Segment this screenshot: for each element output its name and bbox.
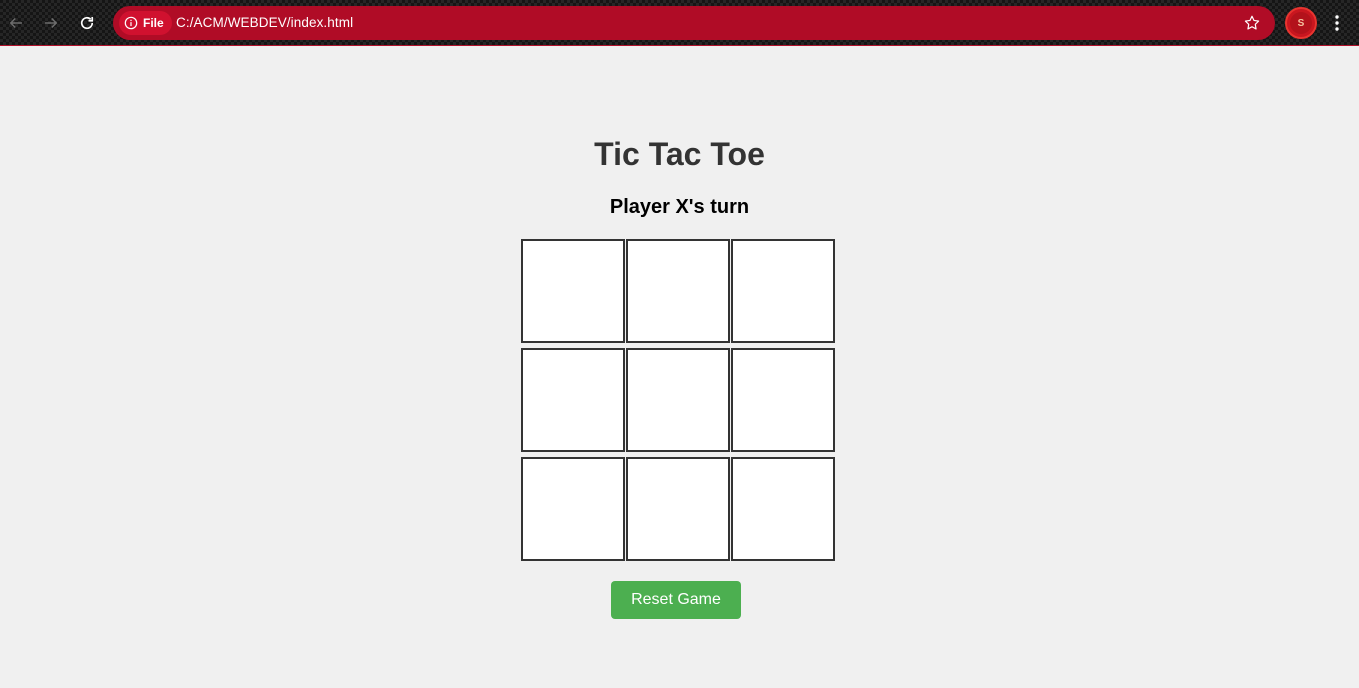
reload-button[interactable] [73, 9, 101, 37]
back-arrow-icon [9, 17, 22, 29]
back-button[interactable] [2, 9, 30, 37]
info-icon [124, 16, 138, 30]
turn-status: Player X's turn [609, 196, 750, 218]
url-text[interactable]: C:/ACM/WEBDEV/index.html [176, 15, 353, 30]
kebab-menu-icon [1335, 15, 1339, 31]
board-cell-9[interactable] [731, 457, 835, 561]
board-cell-1[interactable] [521, 239, 625, 343]
board-cell-5[interactable] [626, 348, 730, 452]
board-cell-7[interactable] [521, 457, 625, 561]
board-cell-4[interactable] [521, 348, 625, 452]
site-info-chip[interactable]: File [119, 11, 172, 35]
forward-button[interactable] [37, 9, 65, 37]
browser-menu-button[interactable] [1327, 12, 1347, 34]
bookmark-star-icon[interactable] [1243, 14, 1261, 32]
forward-arrow-icon [45, 17, 58, 29]
address-bar[interactable]: File C:/ACM/WEBDEV/index.html [113, 6, 1275, 40]
page-title: Tic Tac Toe [594, 136, 765, 172]
browser-toolbar: File C:/ACM/WEBDEV/index.html S [0, 0, 1359, 46]
game-board [521, 239, 836, 561]
board-cell-6[interactable] [731, 348, 835, 452]
page-content: Tic Tac Toe Player X's turn Reset Game [0, 47, 1359, 688]
reset-game-button[interactable]: Reset Game [611, 581, 741, 619]
reload-icon [80, 16, 94, 30]
board-cell-3[interactable] [731, 239, 835, 343]
site-info-label: File [143, 16, 164, 30]
board-cell-2[interactable] [626, 239, 730, 343]
profile-avatar[interactable]: S [1285, 7, 1317, 39]
board-cell-8[interactable] [626, 457, 730, 561]
profile-initial: S [1290, 12, 1312, 34]
